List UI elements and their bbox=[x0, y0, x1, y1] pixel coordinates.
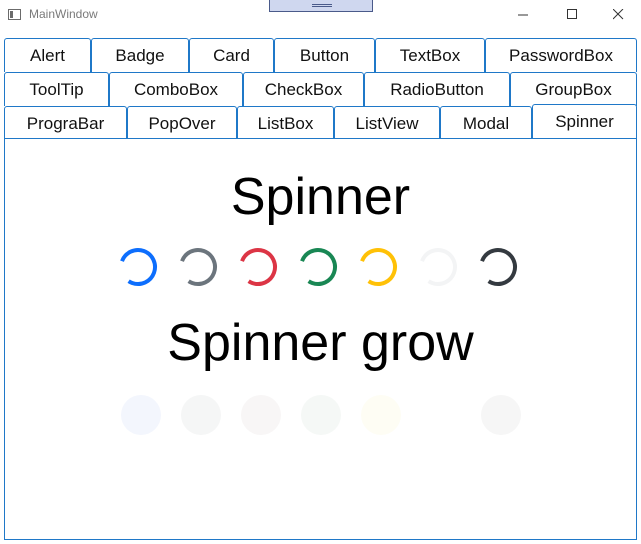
drag-handle[interactable] bbox=[269, 0, 373, 12]
tab-combobox[interactable]: ComboBox bbox=[109, 72, 243, 106]
tab-content-panel: Spinner Spinner grow bbox=[4, 138, 637, 540]
spinner-light bbox=[419, 248, 457, 286]
spinner-danger bbox=[239, 248, 277, 286]
spinner-grow-primary bbox=[121, 395, 161, 435]
spinner-secondary bbox=[179, 248, 217, 286]
tab-tooltip[interactable]: ToolTip bbox=[4, 72, 109, 106]
tab-spinner[interactable]: Spinner bbox=[532, 104, 637, 140]
tab-alert[interactable]: Alert bbox=[4, 38, 91, 72]
spinner-primary bbox=[119, 248, 157, 286]
spinner-grow-dark bbox=[481, 395, 521, 435]
maximize-icon bbox=[567, 9, 577, 19]
window-title: MainWindow bbox=[29, 7, 98, 21]
tab-card[interactable]: Card bbox=[189, 38, 274, 72]
spinner-success bbox=[299, 248, 337, 286]
tab-listbox[interactable]: ListBox bbox=[237, 106, 334, 140]
tab-checkbox[interactable]: CheckBox bbox=[243, 72, 364, 106]
tab-listview[interactable]: ListView bbox=[334, 106, 440, 140]
spinner-heading: Spinner bbox=[230, 168, 411, 226]
spinner-grow-danger bbox=[241, 395, 281, 435]
tab-textbox[interactable]: TextBox bbox=[375, 38, 485, 72]
title-bar: MainWindow bbox=[0, 0, 641, 30]
tab-popover[interactable]: PopOver bbox=[127, 106, 237, 140]
maximize-button[interactable] bbox=[550, 0, 596, 30]
app-window-icon bbox=[8, 9, 21, 20]
tab-groupbox[interactable]: GroupBox bbox=[510, 72, 637, 106]
spinner-dark bbox=[479, 248, 517, 286]
minimize-button[interactable] bbox=[501, 0, 547, 30]
spinner-grow-warning bbox=[361, 395, 401, 435]
tab-modal[interactable]: Modal bbox=[440, 106, 532, 140]
tab-progressbar[interactable]: PrograBar bbox=[4, 106, 127, 140]
tab-passwordbox[interactable]: PasswordBox bbox=[485, 38, 637, 72]
spinner-grow-light bbox=[421, 395, 461, 435]
minimize-icon bbox=[518, 14, 528, 16]
tab-badge[interactable]: Badge bbox=[91, 38, 189, 72]
tab-button[interactable]: Button bbox=[274, 38, 375, 72]
spinner-warning bbox=[359, 248, 397, 286]
spinner-grow-success bbox=[301, 395, 341, 435]
tab-radiobutton[interactable]: RadioButton bbox=[364, 72, 510, 106]
spinner-grow-heading: Spinner grow bbox=[167, 314, 474, 372]
close-icon bbox=[613, 9, 624, 20]
close-button[interactable] bbox=[596, 0, 641, 30]
spinner-grow-secondary bbox=[181, 395, 221, 435]
